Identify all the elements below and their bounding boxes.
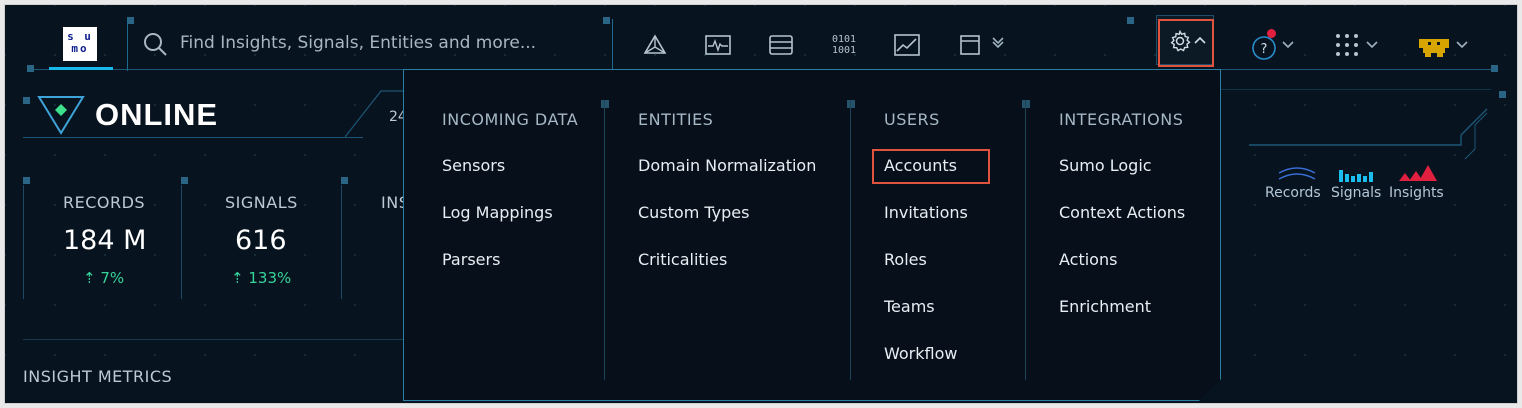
stat-records-change: ⇡ 7%	[83, 269, 124, 287]
menu-heading-entities: ENTITIES	[638, 110, 714, 129]
menu-item-context-actions[interactable]: Context Actions	[1059, 203, 1185, 222]
database-icon[interactable]	[768, 33, 794, 57]
arrow-up-icon: ⇡	[83, 269, 96, 287]
top-nav-bar: s u mo 01011001	[5, 5, 1517, 73]
chart-icon[interactable]	[894, 33, 920, 57]
stat-signals-change: ⇡ 133%	[231, 269, 291, 287]
chevron-down-icon[interactable]	[1455, 39, 1469, 54]
user-avatar-icon[interactable]	[1419, 37, 1449, 61]
sumo-logo[interactable]: s u mo	[63, 27, 97, 61]
insights-legend-icon	[1399, 165, 1439, 185]
column-divider	[604, 100, 605, 380]
corner-marker	[23, 177, 30, 184]
svg-text:?: ?	[1261, 42, 1268, 57]
pulse-icon[interactable]	[705, 33, 731, 57]
menu-heading-incoming-data: INCOMING DATA	[442, 110, 579, 129]
app-frame: s u mo 01011001	[4, 4, 1518, 404]
menu-heading-integrations: INTEGRATIONS	[1059, 110, 1184, 129]
settings-dropdown-menu: INCOMING DATA Sensors Log Mappings Parse…	[403, 69, 1221, 401]
corner-marker	[1491, 65, 1498, 72]
search-icon[interactable]	[142, 31, 168, 61]
arrow-up-icon: ⇡	[231, 269, 244, 287]
chart-frame-decor	[1221, 89, 1491, 159]
menu-item-workflow[interactable]: Workflow	[884, 344, 957, 363]
corner-marker	[1127, 17, 1134, 24]
menu-item-teams[interactable]: Teams	[884, 297, 935, 316]
column-marker	[601, 100, 609, 108]
status-badge	[37, 95, 85, 139]
column-marker	[1022, 100, 1030, 108]
menu-item-invitations[interactable]: Invitations	[884, 203, 968, 222]
legend-records: Records	[1265, 185, 1321, 201]
binary-icon[interactable]: 0101 1001	[831, 33, 857, 57]
menu-item-sumo-logic[interactable]: Sumo Logic	[1059, 156, 1152, 175]
stat-records-value[interactable]: 184 M	[63, 225, 146, 256]
settings-highlight-box	[1158, 19, 1214, 67]
corner-marker	[27, 65, 34, 72]
stat-records-change-value: 7%	[100, 269, 125, 287]
menu-item-domain-normalization[interactable]: Domain Normalization	[638, 156, 816, 175]
stat-divider	[341, 185, 342, 299]
stat-divider	[23, 185, 24, 299]
menu-item-sensors[interactable]: Sensors	[442, 156, 505, 175]
search-input[interactable]	[180, 33, 600, 53]
global-search	[127, 19, 613, 71]
corner-marker	[1499, 91, 1506, 98]
corner-marker	[23, 97, 30, 104]
status-title: ONLINE	[95, 97, 219, 132]
binary-icon-row: 0101	[831, 34, 857, 45]
column-marker	[847, 100, 855, 108]
stat-signals-change-value: 133%	[248, 269, 292, 287]
menu-item-criticalities[interactable]: Criticalities	[638, 250, 727, 269]
signals-legend-icon	[1339, 167, 1379, 186]
notification-dot	[1267, 29, 1276, 38]
window-icon[interactable]	[957, 33, 983, 57]
column-divider	[1025, 100, 1026, 380]
stat-divider	[181, 185, 182, 299]
legend-insights: Insights	[1389, 185, 1444, 201]
section-divider	[23, 339, 403, 340]
menu-heading-users: USERS	[884, 110, 940, 129]
menu-item-actions[interactable]: Actions	[1059, 250, 1117, 269]
menu-item-parsers[interactable]: Parsers	[442, 250, 500, 269]
stat-signals-value[interactable]: 616	[235, 225, 287, 256]
apps-grid-icon[interactable]	[1335, 33, 1359, 61]
active-indicator	[49, 67, 113, 70]
corner-marker	[341, 177, 348, 184]
legend-signals: Signals	[1331, 185, 1382, 201]
graph-icon[interactable]	[642, 33, 668, 57]
stat-records-label: RECORDS	[63, 193, 146, 212]
binary-icon-row: 1001	[831, 45, 857, 56]
chevron-down-icon[interactable]	[1365, 39, 1379, 54]
chevron-down-icon[interactable]	[1281, 39, 1295, 54]
help-icon[interactable]: ?	[1251, 35, 1277, 65]
menu-item-custom-types[interactable]: Custom Types	[638, 203, 749, 222]
corner-marker	[181, 177, 188, 184]
menu-item-roles[interactable]: Roles	[884, 250, 927, 269]
insight-metrics-label: INSIGHT METRICS	[23, 367, 173, 386]
chevron-down-icon[interactable]	[991, 35, 1005, 52]
records-legend-icon	[1277, 165, 1317, 185]
menu-item-enrichment[interactable]: Enrichment	[1059, 297, 1151, 316]
column-divider	[850, 100, 851, 380]
menu-item-accounts[interactable]: Accounts	[884, 156, 957, 175]
stat-signals-label: SIGNALS	[225, 193, 298, 212]
menu-item-log-mappings[interactable]: Log Mappings	[442, 203, 553, 222]
logo-text-bottom: mo	[71, 42, 89, 55]
